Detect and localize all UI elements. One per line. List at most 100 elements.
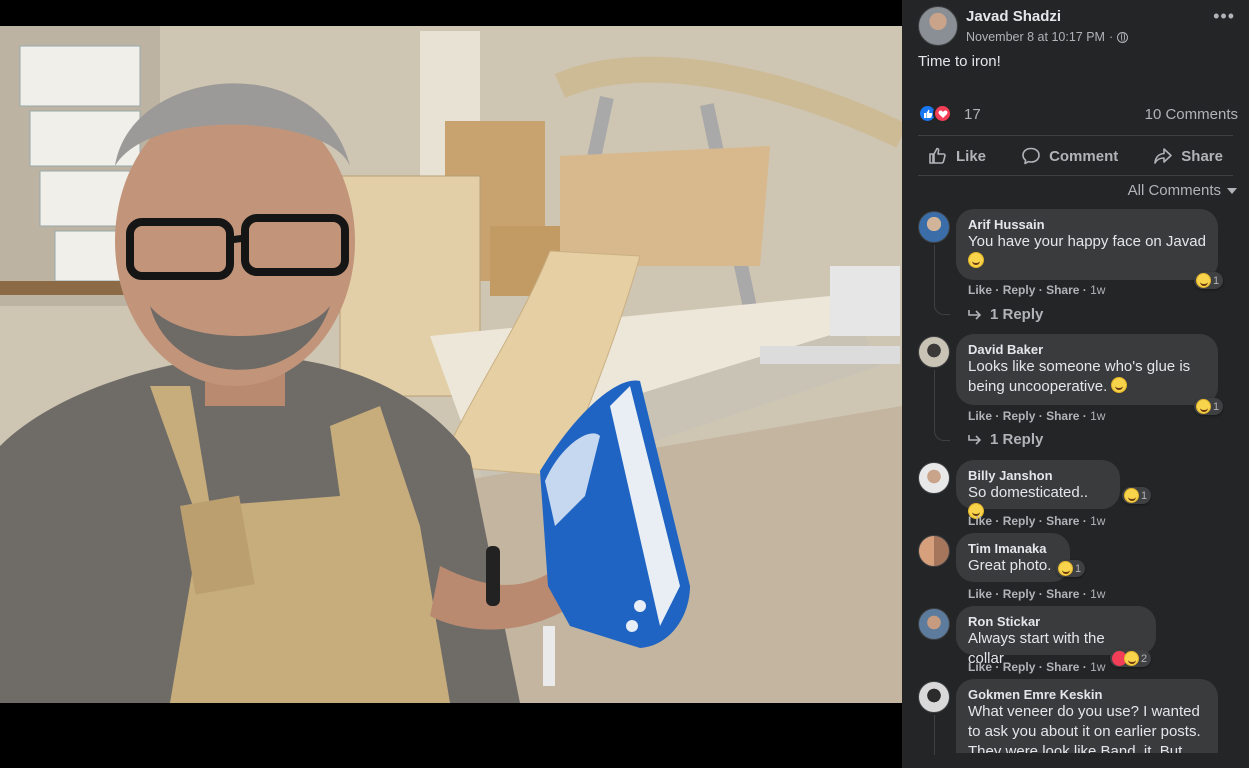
separator: · bbox=[995, 283, 1000, 297]
comment-like-link[interactable]: Like bbox=[968, 409, 992, 423]
commenter-name[interactable]: Billy Janshon bbox=[968, 468, 1108, 483]
commenter-name[interactable]: Tim Imanaka bbox=[968, 541, 1058, 556]
comment-share-link[interactable]: Share bbox=[1046, 660, 1079, 674]
comment-reply-link[interactable]: Reply bbox=[1003, 283, 1036, 297]
separator: · bbox=[1082, 587, 1087, 601]
comment-text: Great photo. bbox=[968, 557, 1052, 574]
comment-text: You have your happy face on Javad bbox=[968, 232, 1206, 272]
comment-bubble: Gokmen Emre Keskin What veneer do you us… bbox=[956, 679, 1218, 753]
commenter-avatar[interactable] bbox=[918, 535, 950, 567]
thumbs-up-icon bbox=[929, 147, 946, 164]
comment-filter-dropdown[interactable]: All Comments bbox=[1128, 182, 1237, 199]
comment-share-link[interactable]: Share bbox=[1046, 587, 1079, 601]
comment-like-link[interactable]: Like bbox=[968, 660, 992, 674]
commenter-avatar[interactable] bbox=[918, 681, 950, 713]
separator: · bbox=[1038, 283, 1043, 297]
separator: · bbox=[1082, 409, 1087, 423]
comment-reaction-badge[interactable]: 1 bbox=[1194, 272, 1224, 289]
post-actions: Like Comment Share bbox=[918, 141, 1233, 171]
more-options-icon[interactable]: ••• bbox=[1213, 7, 1235, 25]
share-icon bbox=[1154, 148, 1173, 164]
comment-time[interactable]: 1w bbox=[1090, 660, 1105, 674]
comment-time[interactable]: 1w bbox=[1090, 283, 1105, 297]
comment-like-link[interactable]: Like bbox=[968, 514, 992, 528]
laughing-emoji-icon bbox=[1111, 377, 1128, 393]
commenter-avatar[interactable] bbox=[918, 336, 950, 368]
haha-reaction-icon bbox=[1196, 399, 1211, 414]
comment-reply-link[interactable]: Reply bbox=[1003, 514, 1036, 528]
share-button[interactable]: Share bbox=[1143, 141, 1233, 171]
haha-reaction-icon bbox=[1124, 651, 1139, 666]
comment-reaction-badge[interactable]: 1 bbox=[1122, 487, 1152, 504]
comment-share-link[interactable]: Share bbox=[1046, 409, 1079, 423]
post-photo[interactable] bbox=[0, 26, 902, 703]
comment-bubble: Tim Imanaka Great photo. bbox=[956, 533, 1070, 582]
reaction-count[interactable]: 17 bbox=[964, 106, 981, 123]
comment-reaction-count: 1 bbox=[1141, 489, 1148, 502]
divider bbox=[918, 175, 1233, 176]
reactions-summary: 17 10 Comments bbox=[918, 102, 1238, 126]
photo-illustration bbox=[0, 26, 902, 703]
comment-reaction-count: 1 bbox=[1075, 562, 1082, 575]
comment-text: Looks like someone who's glue is being u… bbox=[968, 357, 1206, 397]
commenter-name[interactable]: Arif Hussain bbox=[968, 217, 1206, 232]
globe-icon[interactable] bbox=[1117, 31, 1129, 43]
comment-reply-link[interactable]: Reply bbox=[1003, 660, 1036, 674]
post-panel: Javad Shadzi November 8 at 10:17 PM · ••… bbox=[902, 0, 1249, 768]
separator: · bbox=[1082, 660, 1087, 674]
comment-text-content: Looks like someone who's glue is being u… bbox=[968, 358, 1191, 395]
commenter-avatar[interactable] bbox=[918, 462, 950, 494]
comment-share-link[interactable]: Share bbox=[1046, 283, 1079, 297]
commenter-avatar[interactable] bbox=[918, 211, 950, 243]
comment-like-link[interactable]: Like bbox=[968, 283, 992, 297]
separator: · bbox=[995, 409, 1000, 423]
thread-line bbox=[934, 245, 935, 305]
grinning-emoji-icon bbox=[968, 252, 984, 268]
separator: · bbox=[995, 514, 1000, 528]
view-replies-link[interactable]: 1 Reply bbox=[968, 431, 1043, 448]
haha-reaction-icon bbox=[1058, 561, 1073, 576]
comment-time[interactable]: 1w bbox=[1090, 409, 1105, 423]
comment-reply-link[interactable]: Reply bbox=[1003, 409, 1036, 423]
like-label: Like bbox=[956, 147, 987, 165]
separator: · bbox=[1082, 514, 1087, 528]
separator: · bbox=[995, 587, 1000, 601]
comment-time[interactable]: 1w bbox=[1090, 587, 1105, 601]
comment-reaction-badge[interactable]: 2 bbox=[1110, 650, 1152, 667]
comment-count[interactable]: 10 Comments bbox=[1145, 106, 1238, 123]
comment-actions: Like · Reply · Share · 1w bbox=[968, 587, 1105, 601]
like-button[interactable]: Like bbox=[918, 141, 996, 171]
comment-bubble: Ron Stickar Always start with the collar bbox=[956, 606, 1156, 667]
comment-actions: Like · Reply · Share · 1w bbox=[968, 283, 1105, 297]
author-avatar[interactable] bbox=[918, 6, 958, 46]
separator: · bbox=[1038, 409, 1043, 423]
haha-reaction-icon bbox=[1124, 488, 1139, 503]
author-name[interactable]: Javad Shadzi bbox=[966, 8, 1061, 25]
post-caption: Time to iron! bbox=[918, 53, 1001, 70]
comment-reaction-badge[interactable]: 1 bbox=[1056, 560, 1086, 577]
share-label: Share bbox=[1181, 147, 1223, 165]
photo-viewer bbox=[0, 0, 902, 768]
replies-count: 1 Reply bbox=[990, 431, 1044, 448]
comment-reply-link[interactable]: Reply bbox=[1003, 587, 1036, 601]
comment-text-content: You have your happy face on Javad bbox=[968, 233, 1206, 250]
comment-share-link[interactable]: Share bbox=[1046, 514, 1079, 528]
divider bbox=[918, 135, 1233, 136]
commenter-name[interactable]: Ron Stickar bbox=[968, 614, 1144, 629]
comment-filter-label: All Comments bbox=[1127, 182, 1221, 199]
caret-down-icon bbox=[1227, 187, 1237, 194]
comment-like-link[interactable]: Like bbox=[968, 587, 992, 601]
comment-label: Comment bbox=[1049, 147, 1119, 165]
meta-separator: · bbox=[1108, 30, 1114, 44]
post-header: Javad Shadzi November 8 at 10:17 PM · bbox=[918, 6, 1238, 48]
commenter-name[interactable]: Gokmen Emre Keskin bbox=[968, 687, 1206, 702]
reaction-icons[interactable] bbox=[918, 104, 952, 123]
comment-bubble: Billy Janshon So domesticated.. bbox=[956, 460, 1120, 519]
commenter-avatar[interactable] bbox=[918, 608, 950, 640]
comment-reaction-badge[interactable]: 1 bbox=[1194, 398, 1224, 415]
comment-button[interactable]: Comment bbox=[1011, 141, 1128, 171]
commenter-name[interactable]: David Baker bbox=[968, 342, 1206, 357]
view-replies-link[interactable]: 1 Reply bbox=[968, 306, 1043, 323]
post-timestamp[interactable]: November 8 at 10:17 PM bbox=[966, 30, 1105, 44]
comment-time[interactable]: 1w bbox=[1090, 514, 1105, 528]
